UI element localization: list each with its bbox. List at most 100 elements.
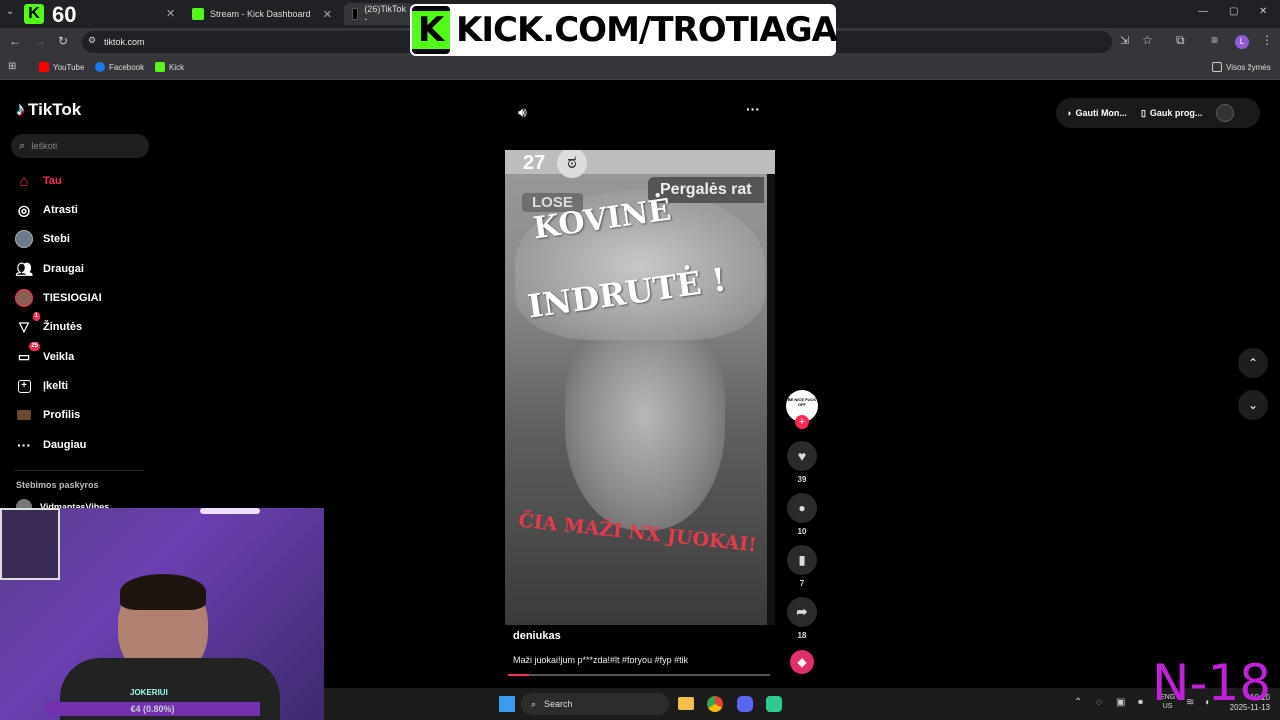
tiktok-sidebar: ♪ TikTok ⌕ Ieškoti ⌂ Tau ◎ Atrasti Stebi… [0, 81, 160, 515]
webcam-person-hair [120, 574, 206, 610]
volume-icon[interactable]: 🔊︎ [518, 104, 527, 121]
tab-close-icon[interactable]: ✕ [166, 7, 175, 20]
user-avatar[interactable] [1216, 104, 1235, 122]
heart-icon: ♥ [787, 441, 817, 471]
minimize-icon[interactable]: — [1198, 6, 1208, 17]
discord-icon[interactable] [737, 696, 753, 712]
share-action[interactable]: ➦ 18 [786, 597, 818, 640]
kick-favicon-icon [192, 8, 204, 20]
banner-text: KICK.COM/TROTIAGA [456, 10, 838, 50]
nav-label: Daugiau [43, 439, 87, 451]
previous-video-button[interactable]: ⌃ [1238, 348, 1268, 378]
search-input[interactable]: ⌕ Ieškoti [11, 134, 149, 158]
tab-tiktok[interactable]: (26)TikTok - [344, 3, 414, 25]
nav-label: TIESIOGIAI [43, 292, 102, 304]
nav-tau[interactable]: ⌂ Tau [14, 171, 62, 191]
nav-profilis[interactable]: Profilis [14, 405, 80, 425]
like-count: 39 [797, 475, 807, 484]
maximize-icon[interactable]: ▢ [1229, 6, 1238, 17]
video-player[interactable]: 27 ಠ LOSE Pergalės rat KOVINĖ INDRUTĖ ! … [505, 150, 775, 625]
tiktok-note-icon: ♪ [16, 99, 25, 119]
bookmark-kick[interactable]: Kick [155, 62, 184, 72]
taskbar-search[interactable]: ⌕ Search [521, 693, 669, 715]
bookmark-youtube[interactable]: YouTube [39, 62, 84, 72]
app-label: Gauk prog... [1149, 108, 1203, 118]
next-video-button[interactable]: ⌄ [1238, 390, 1268, 420]
follow-plus-icon[interactable]: + [795, 415, 809, 429]
activity-icon: ▭ 25 [17, 342, 40, 364]
media-icon[interactable]: ≡ [1211, 33, 1218, 47]
video-right-edge [767, 150, 775, 625]
nav-veikla[interactable]: ▭ 25 Veikla [14, 342, 74, 367]
menu-icon[interactable]: ⋮ [1261, 33, 1273, 47]
save-count: 7 [799, 579, 805, 588]
start-icon[interactable] [499, 696, 515, 712]
nav-daugiau[interactable]: ··· Daugiau [14, 435, 86, 455]
kick-banner: K KICK.COM/TROTIAGA [410, 4, 838, 56]
all-bookmarks[interactable]: Visos žymės [1212, 62, 1271, 72]
nav-label: Stebi [43, 233, 70, 245]
upload-icon: + [14, 376, 34, 396]
reload-icon[interactable]: ↻ [58, 34, 68, 48]
tray-icon[interactable]: ◌ [1096, 697, 1102, 708]
nav-zinutes[interactable]: ▽ 1 Žinutės [14, 312, 82, 337]
tab-search-button[interactable]: ⌄ [6, 6, 20, 20]
nav-draugai[interactable]: 👥︎ Draugai [14, 259, 84, 279]
nav-label: Įkelti [43, 380, 69, 392]
tab-close-icon[interactable]: ✕ [323, 8, 332, 21]
video-progress-bar[interactable] [508, 674, 770, 676]
tiktok-logo[interactable]: ♪ TikTok [16, 99, 81, 120]
following-title: Stebimos paskyros [16, 480, 99, 490]
bookmark-facebook[interactable]: Facebook [95, 62, 144, 72]
nav-tiesiogiai[interactable]: TIESIOGIAI [14, 288, 102, 308]
search-icon: ⌕ [531, 698, 537, 709]
sidebar-divider [14, 470, 144, 471]
tab-kick-dashboard[interactable]: Stream - Kick Dashboard ✕ [184, 3, 340, 25]
video-author[interactable]: deniukas [513, 630, 561, 642]
profile-avatar[interactable]: L [1235, 35, 1249, 49]
star-icon[interactable]: ☆ [1142, 33, 1153, 47]
share-icon: ➦ [787, 597, 817, 627]
bookmark-icon: ▮ [787, 545, 817, 575]
get-app-button[interactable]: ▯ Gauk prog... [1141, 108, 1202, 119]
youtube-icon [39, 62, 49, 72]
nav-ikelti[interactable]: + Įkelti [14, 376, 68, 396]
close-window-icon[interactable]: ✕ [1259, 6, 1267, 17]
nav-stebi[interactable]: Stebi [14, 229, 70, 249]
profile-icon [14, 405, 34, 425]
tray-chevron-icon[interactable]: ⌃ [1074, 697, 1082, 708]
top-right-actions: ◑ Gauti Mon... ▯ Gauk prog... [1056, 98, 1260, 128]
file-explorer-icon[interactable] [678, 697, 694, 710]
extensions-icon[interactable]: ⧉ [1176, 33, 1185, 48]
save-action[interactable]: ▮ 7 [786, 545, 818, 588]
home-icon: ⌂ [19, 172, 29, 190]
bookmark-label: Facebook [109, 62, 145, 72]
site-info-icon[interactable]: ⚙ [88, 35, 96, 46]
tray-icon[interactable]: ▣ [1116, 697, 1125, 708]
folder-icon [1212, 62, 1222, 72]
tiktok-favicon-icon [352, 8, 359, 20]
taskbar-search-label: Search [544, 699, 573, 709]
back-icon[interactable]: ← [9, 34, 21, 48]
webcam-light [200, 508, 260, 514]
nav-label: Tau [43, 175, 62, 187]
webcam-overlay: JOKERIUI €4 (0.80%) [0, 508, 324, 720]
facebook-icon [95, 62, 105, 72]
bookmarks-bar: ⊞ YouTube Facebook Kick Visos žymės [0, 56, 1280, 80]
friends-icon: 👥︎ [15, 260, 33, 277]
inbox-icon: ▽ 1 [19, 312, 40, 334]
url-text: tiktok.com [104, 37, 145, 47]
install-icon[interactable]: ⇲ [1120, 34, 1129, 47]
chrome-icon[interactable] [707, 696, 723, 712]
mic-icon[interactable]: ⏺ [1138, 697, 1143, 708]
apps-icon[interactable]: ⊞ [8, 61, 16, 72]
webcam-sub: €4 (0.80%) [45, 702, 260, 716]
app-icon[interactable] [766, 696, 782, 712]
coins-button[interactable]: ◑ Gauti Mon... [1066, 108, 1127, 118]
comment-action[interactable]: ● 10 [786, 493, 818, 536]
gift-icon[interactable]: ◆ [790, 650, 814, 674]
like-action[interactable]: ♥ 39 [786, 441, 818, 484]
nav-atrasti[interactable]: ◎ Atrasti [14, 200, 78, 220]
forward-icon[interactable]: → [34, 34, 46, 48]
more-options-icon[interactable]: ··· [746, 101, 760, 117]
